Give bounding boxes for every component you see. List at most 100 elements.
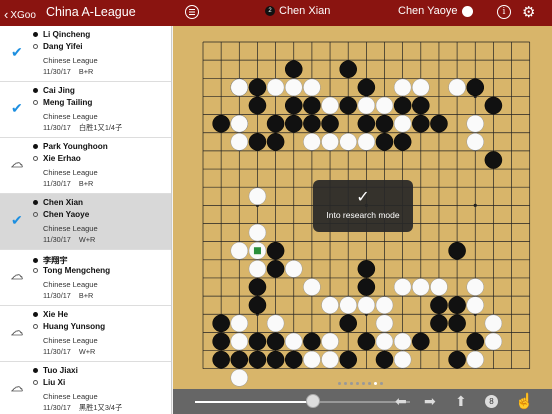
black-stone: [357, 114, 376, 133]
black-player-name: Li Qincheng: [33, 30, 90, 39]
game-list: ✔ Li Qincheng Dang Yifei Chinese League 11/3…: [0, 26, 172, 414]
black-player-name: Chen Xian: [279, 5, 331, 17]
black-stone: [448, 241, 466, 260]
white-player-name: Xie Erhao: [33, 154, 81, 163]
game-list-item[interactable]: ✔ Li Qincheng Dang Yifei Chinese League 11/3…: [0, 26, 171, 82]
chevron-left-icon: ‹: [4, 7, 9, 22]
black-stone: [248, 332, 267, 351]
black-stone: [357, 278, 376, 296]
game-meta: 11/30/17 白胜1又1/4子: [43, 123, 122, 133]
white-stone-icon: [33, 380, 38, 385]
check-icon: ✔: [11, 44, 23, 60]
game-result: B+R: [78, 179, 94, 188]
white-stone: [321, 332, 339, 351]
black-stone: [412, 114, 430, 133]
white-stone: [393, 332, 412, 351]
game-list-item[interactable]: ✔ Chen Xian Chen Yaoye Chinese League 11/30/…: [0, 194, 171, 250]
black-stone: [212, 114, 230, 133]
white-stone: [375, 96, 394, 115]
white-stone: [230, 332, 249, 351]
black-player-name: Xie He: [33, 310, 68, 319]
arrow-right-icon[interactable]: ➡: [424, 394, 436, 408]
game-list-item[interactable]: ✔ Cai Jing Meng Tailing Chinese League 11/30…: [0, 82, 171, 138]
white-stone-icon: [33, 156, 38, 161]
black-stone: [230, 350, 249, 369]
black-stone: [284, 114, 303, 133]
white-stone-icon: [33, 44, 38, 49]
top-nav-bar: ‹ XGoo China A-League 2 Chen Xian Chen Ya…: [0, 0, 552, 26]
star-point: [473, 203, 477, 207]
black-stone-icon: [33, 312, 38, 317]
move-slider-fill: [195, 401, 314, 403]
black-stone: [448, 296, 466, 314]
black-stone-icon: [33, 200, 38, 205]
black-stone: [266, 114, 285, 133]
black-stone: [266, 133, 285, 151]
gear-icon[interactable]: ⚙: [522, 3, 535, 21]
checkmark-icon: ✓: [356, 189, 370, 206]
game-date: 11/30/17: [43, 291, 71, 300]
black-player-name: Park Younghoon: [33, 142, 108, 151]
black-stone: [357, 332, 376, 351]
league-name: Chinese League: [43, 280, 98, 289]
back-button[interactable]: ‹ XGoo: [4, 6, 36, 22]
white-stone: [339, 296, 357, 314]
white-stone-icon: [33, 324, 38, 329]
white-stone: [393, 278, 412, 296]
game-result: 黑胜1又3/4子: [78, 403, 123, 412]
cloud-icon: ☁: [11, 156, 24, 171]
white-player-name: Chen Yaoye: [33, 210, 89, 219]
game-result: W+R: [78, 347, 96, 356]
black-stone: [266, 350, 285, 369]
black-stone: [412, 96, 430, 115]
cloud-icon: ☁: [11, 324, 24, 339]
game-date: 11/30/17: [43, 123, 71, 132]
white-stone: [303, 133, 321, 151]
black-stone: [248, 278, 267, 296]
white-stone: [466, 296, 485, 314]
black-stone: [375, 133, 394, 151]
league-name: Chinese League: [43, 224, 98, 233]
game-meta: 11/30/17 B+R: [43, 291, 93, 300]
black-stone: [303, 96, 321, 115]
arrow-up-icon[interactable]: ⬆: [455, 394, 467, 408]
black-stone: [448, 350, 466, 369]
game-result: W+R: [78, 235, 96, 244]
game-meta: 11/30/17 B+R: [43, 67, 93, 76]
black-stone: [212, 314, 230, 333]
hand-pointer-icon[interactable]: ☝: [515, 392, 534, 410]
league-name: Chinese League: [43, 168, 98, 177]
game-list-item[interactable]: ☁ 李翔宇 Tong Mengcheng Chinese League 11/30/17…: [0, 250, 171, 306]
white-stone-icon: [461, 5, 473, 17]
white-stone: [375, 314, 394, 333]
game-result: 白胜1又1/4子: [78, 123, 123, 132]
cloud-icon: ☁: [11, 380, 24, 395]
black-stone: [357, 260, 376, 278]
game-meta: 11/30/17 黑胜1又3/4子: [43, 403, 122, 413]
game-list-item[interactable]: ☁ Xie He Huang Yunsong Chinese League 11/30/…: [0, 306, 171, 362]
black-stone-icon: [33, 32, 38, 37]
white-stone: [248, 223, 267, 242]
white-stone: [484, 314, 503, 333]
arrow-left-icon[interactable]: ⬅: [395, 394, 407, 408]
white-player-name: Dang Yifei: [33, 42, 83, 51]
white-stone: [266, 78, 285, 97]
black-player-info: 2 Chen Xian: [265, 5, 330, 17]
page-dot: [380, 382, 383, 385]
black-stone-icon: [33, 144, 38, 149]
black-stone: [266, 241, 285, 260]
white-stone: [321, 350, 339, 369]
black-stone: [393, 133, 412, 151]
white-stone: [266, 314, 285, 333]
move-number-badge[interactable]: 8: [485, 395, 498, 408]
game-list-item[interactable]: ☁ Park Younghoon Xie Erhao Chinese League 11…: [0, 138, 171, 194]
white-stone: [466, 350, 485, 369]
white-stone: [339, 133, 357, 151]
black-stone: [212, 350, 230, 369]
menu-icon[interactable]: [185, 5, 199, 19]
game-meta: 11/30/17 B+R: [43, 179, 93, 188]
info-icon[interactable]: i: [497, 5, 511, 19]
black-stone: [430, 296, 448, 314]
game-list-item[interactable]: ☁ Tuo Jiaxi Liu Xi Chinese League 11/30/17 黑胜…: [0, 362, 171, 414]
black-stone: [375, 114, 394, 133]
